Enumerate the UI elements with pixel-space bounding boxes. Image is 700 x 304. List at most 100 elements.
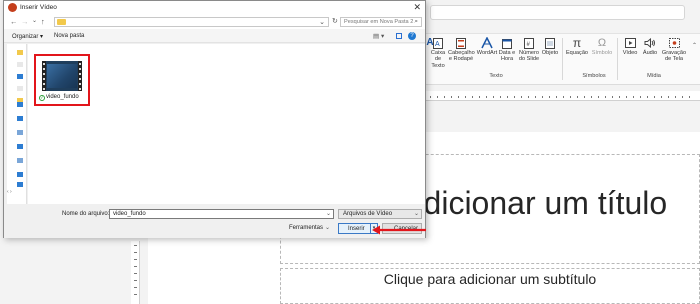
ribbon-audio-button[interactable]: Áudio	[640, 36, 660, 56]
ruler-tick	[451, 96, 452, 98]
search-box[interactable]: Pesquisar em Nova Pasta 2 ⌕	[340, 17, 422, 27]
ruler-tick	[444, 96, 445, 98]
ribbon-screen-recording-button[interactable]: Gravação de Tela	[660, 36, 688, 63]
ruler-tick	[598, 96, 599, 98]
downloads-icon[interactable]	[17, 116, 23, 121]
video-label: Vídeo	[622, 50, 638, 56]
collapse-ribbon-icon[interactable]: ⌃	[692, 42, 697, 49]
forward-arrow-icon[interactable]: →	[21, 17, 29, 26]
up-arrow-icon[interactable]: ↑	[41, 17, 45, 26]
powerpoint-logo-icon	[8, 3, 17, 12]
ribbon-group-text: Texto	[489, 73, 503, 79]
ribbon-textbox-button[interactable]: A Caixa de Texto	[430, 36, 446, 69]
textbox-icon: A	[430, 36, 446, 50]
synced-check-icon: ✓	[39, 95, 45, 101]
ruler-tick	[647, 96, 648, 98]
folder-icon[interactable]	[17, 86, 23, 91]
ruler-tick	[134, 245, 137, 246]
ruler-tick	[479, 96, 480, 98]
ruler-tick	[430, 96, 431, 98]
filetype-chevron-icon: ⌄	[413, 211, 419, 217]
organize-button[interactable]: Organizar ▾	[12, 33, 43, 40]
ruler-tick	[619, 96, 620, 98]
ruler-tick	[668, 96, 669, 98]
ruler-tick	[472, 96, 473, 98]
pictures-icon[interactable]	[17, 144, 23, 149]
wordart-label: WordArt	[476, 50, 498, 56]
film-strip	[42, 61, 46, 91]
documents-icon[interactable]	[17, 130, 23, 135]
video-thumbnail	[42, 61, 82, 91]
ribbon-group-media: Mídia	[647, 73, 661, 79]
close-icon[interactable]: ✕	[413, 2, 421, 13]
ribbon-equation-button[interactable]: π Equação	[565, 36, 589, 56]
tools-button[interactable]: Ferramentas	[289, 225, 323, 231]
recent-locations-chevron-icon[interactable]: ⌄	[32, 17, 37, 24]
refresh-icon[interactable]: ↻	[332, 17, 338, 25]
symbol-label: Símbolo	[591, 50, 613, 56]
file-item-video[interactable]: ✓ video_fundo	[34, 54, 90, 106]
ribbon-slide-number-button[interactable]: # Número do Slide	[517, 36, 541, 63]
help-icon[interactable]: ?	[408, 32, 416, 40]
film-strip	[78, 61, 82, 91]
audio-label: Áudio	[642, 50, 658, 56]
ruler-tick	[493, 96, 494, 98]
tools-chevron-icon[interactable]: ⌄	[325, 224, 330, 231]
preview-pane-icon[interactable]	[396, 33, 402, 39]
ribbon-group-symbols: Símbolos	[582, 73, 606, 79]
ribbon-header-footer-button[interactable]: Cabeçalho e Rodapé	[448, 36, 475, 63]
ruler-tick	[134, 294, 137, 295]
ruler-tick	[549, 96, 550, 98]
svg-text:A: A	[435, 41, 440, 48]
dialog-title: Inserir Vídeo	[20, 4, 57, 11]
header-footer-icon	[448, 36, 474, 50]
address-bar[interactable]: ⌄	[54, 17, 329, 27]
equation-label: Equação	[565, 50, 589, 56]
powerpoint-search-box[interactable]	[430, 5, 685, 20]
folder-icon	[57, 19, 66, 25]
ribbon-object-button[interactable]: Objeto	[541, 36, 559, 56]
filename-input[interactable]: video_fundo ⌄	[109, 209, 334, 219]
this-pc-icon[interactable]	[17, 182, 23, 187]
object-label: Objeto	[541, 50, 559, 56]
ruler-tick	[528, 96, 529, 98]
slide-subtitle-text: Clique para adicionar um subtítulo	[383, 271, 597, 287]
screen-recording-icon	[660, 36, 688, 50]
ruler-tick	[675, 96, 676, 98]
quick-access-icon[interactable]	[17, 50, 23, 55]
navigation-pane[interactable]	[7, 44, 27, 204]
ruler-tick	[570, 96, 571, 98]
ruler-tick	[612, 96, 613, 98]
videos-icon[interactable]	[17, 172, 23, 177]
pi-icon: π	[572, 35, 582, 50]
dialog-titlebar: Inserir Vídeo ✕	[4, 1, 425, 15]
textbox-label: Caixa de Texto	[430, 50, 446, 69]
ribbon-separator	[562, 38, 563, 80]
desktop-icon[interactable]	[17, 102, 23, 107]
ruler-tick	[134, 287, 137, 288]
new-folder-button[interactable]: Nova pasta	[54, 33, 84, 39]
ribbon-date-time-button[interactable]: Data e Hora	[498, 36, 516, 63]
onedrive-icon[interactable]	[17, 74, 23, 79]
ruler-tick	[654, 96, 655, 98]
search-icon: ⌕	[414, 18, 418, 25]
music-icon[interactable]	[17, 158, 23, 163]
filetype-select[interactable]: Arquivos de Vídeo ⌄	[338, 209, 422, 219]
date-time-label: Data e Hora	[498, 50, 516, 63]
filename-chevron-icon[interactable]: ⌄	[326, 210, 331, 217]
address-chevron-icon[interactable]: ⌄	[319, 18, 325, 26]
scroll-arrows[interactable]: ‹ ›	[7, 189, 27, 197]
ribbon-symbol-button[interactable]: Ω Símbolo	[591, 36, 613, 56]
file-name: ✓ video_fundo	[39, 94, 91, 101]
ruler-tick	[134, 280, 137, 281]
ruler-tick	[437, 96, 438, 98]
omega-icon: Ω	[597, 36, 607, 49]
back-arrow-icon[interactable]: ←	[10, 17, 18, 26]
view-options-icon[interactable]: ▤ ▾	[373, 32, 384, 40]
ribbon-wordart-button[interactable]: WordArt	[475, 36, 499, 56]
screen-recording-label: Gravação de Tela	[661, 50, 687, 63]
folder-icon[interactable]	[17, 62, 23, 67]
ribbon-video-button[interactable]: Vídeo	[620, 36, 640, 56]
ruler-tick	[591, 96, 592, 98]
vertical-ruler	[131, 241, 140, 304]
